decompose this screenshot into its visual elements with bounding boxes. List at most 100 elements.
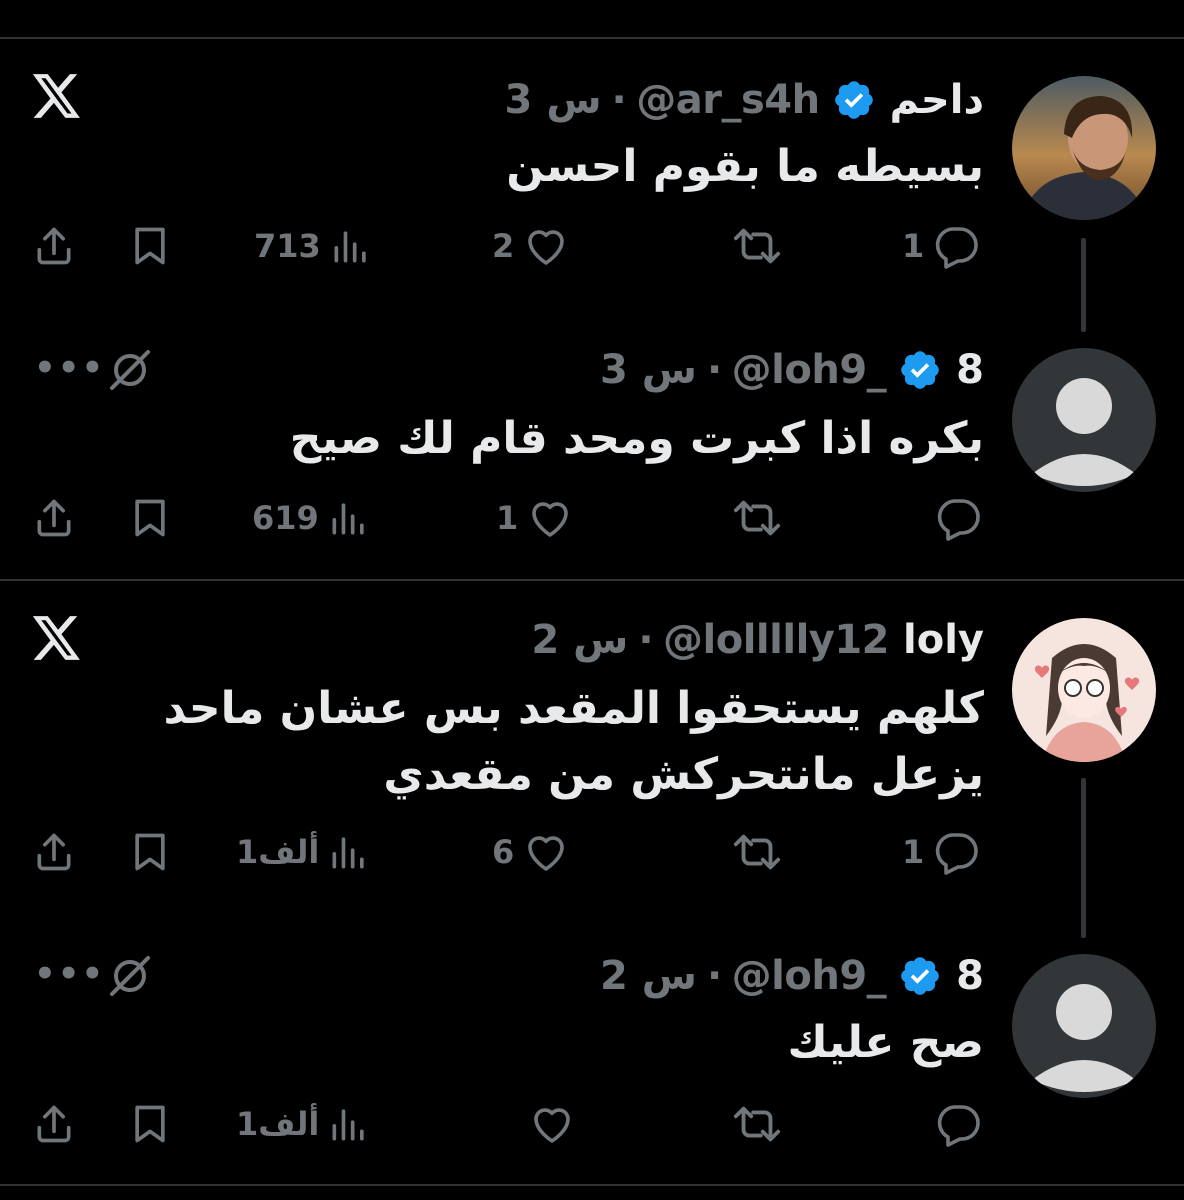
tweet-text-line: كلهم يستحقوا المقعد بس عشان ماحد: [163, 683, 984, 734]
retweet-icon: [733, 228, 781, 264]
like-button[interactable]: 6: [492, 822, 570, 882]
avatar[interactable]: [1012, 618, 1156, 762]
tweet-actions: 1ألف: [0, 1094, 1184, 1154]
tweet-time[interactable]: 2 س: [531, 617, 628, 663]
heart-icon: [534, 1108, 570, 1143]
analytics-icon: [332, 837, 365, 869]
grok-icon[interactable]: [106, 952, 154, 1000]
like-button[interactable]: 1: [496, 488, 574, 548]
share-button[interactable]: [32, 1094, 76, 1154]
tweet-header: 3 س · @loh9_ 8: [600, 342, 984, 398]
views-button[interactable]: 713: [254, 216, 373, 276]
x-logo-icon: [32, 74, 80, 118]
default-avatar-icon: [1012, 954, 1156, 1098]
more-options-icon[interactable]: •••: [34, 954, 105, 994]
share-icon: [37, 1105, 71, 1143]
view-count: 619: [252, 499, 319, 537]
default-avatar-icon: [1012, 348, 1156, 492]
retweet-button[interactable]: [732, 488, 782, 548]
tweet-feed: 3 س · @ar_s4h داحم بسيطه ما بقوم احسن 71…: [0, 0, 1184, 1200]
tweet-time[interactable]: 3 س: [600, 347, 697, 393]
bookmark-icon: [135, 227, 165, 265]
x-logo-icon: [32, 616, 80, 660]
user-handle[interactable]: @loh9_: [732, 347, 887, 393]
bookmark-icon: [135, 1105, 165, 1143]
like-button[interactable]: [528, 1094, 576, 1154]
reply-count: 1: [902, 227, 925, 265]
tweet-time[interactable]: 3 س: [505, 77, 602, 123]
analytics-icon: [332, 1109, 365, 1141]
illustrated-girl-avatar: [1012, 618, 1156, 762]
meta-separator: ·: [706, 347, 722, 393]
reply-icon: [937, 1105, 980, 1147]
views-button[interactable]: 619: [252, 488, 371, 548]
meta-separator: ·: [638, 617, 654, 663]
user-handle[interactable]: @ar_s4h: [636, 77, 820, 123]
heart-icon: [528, 836, 565, 871]
display-name[interactable]: داحم: [890, 77, 984, 123]
view-count: 1ألف: [236, 1105, 320, 1143]
user-handle[interactable]: @loh9_: [732, 953, 887, 999]
reply-count: 1: [902, 833, 925, 871]
analytics-icon: [334, 231, 366, 263]
like-count: 2: [492, 227, 515, 265]
avatar[interactable]: [1012, 348, 1156, 492]
heart-icon: [532, 502, 569, 537]
meta-separator: ·: [611, 77, 627, 123]
view-count: 1ألف: [236, 833, 320, 871]
views-button[interactable]: 1ألف: [236, 1094, 371, 1154]
like-count: 1: [496, 499, 519, 537]
tweet-actions: 713 2 1: [0, 216, 1184, 276]
bookmark-button[interactable]: [128, 216, 172, 276]
share-button[interactable]: [32, 488, 76, 548]
display-name[interactable]: 8: [956, 953, 984, 999]
verified-badge-icon: [834, 81, 873, 119]
retweet-button[interactable]: [732, 822, 782, 882]
view-count: 713: [254, 227, 321, 265]
share-button[interactable]: [32, 216, 76, 276]
display-name[interactable]: 8: [956, 347, 984, 393]
share-icon: [37, 227, 71, 265]
share-icon: [37, 833, 71, 871]
reply-button[interactable]: [934, 488, 982, 548]
bookmark-button[interactable]: [128, 1094, 172, 1154]
retweet-button[interactable]: [732, 216, 782, 276]
display-name[interactable]: loly: [903, 617, 984, 663]
avatar[interactable]: [1012, 954, 1156, 1098]
bookmark-button[interactable]: [128, 488, 172, 548]
divider: [0, 37, 1184, 39]
tweet-time[interactable]: 2 س: [600, 953, 697, 999]
avatar-photo: [1012, 76, 1156, 220]
reply-icon: [936, 833, 979, 875]
more-options-icon[interactable]: •••: [34, 348, 105, 388]
retweet-icon: [733, 500, 781, 536]
tweet-text: كلهم يستحقوا المقعد بس عشان ماحد يزعل ما…: [163, 676, 984, 808]
divider: [0, 579, 1184, 581]
views-button[interactable]: 1ألف: [236, 822, 371, 882]
reply-icon: [937, 499, 980, 541]
share-icon: [37, 499, 71, 537]
reply-button[interactable]: 1: [902, 216, 980, 276]
avatar[interactable]: [1012, 76, 1156, 220]
grok-icon[interactable]: [106, 346, 154, 394]
retweet-icon: [733, 834, 781, 870]
tweet-text-line: يزعل مانتحركش من مقعدي: [383, 749, 984, 800]
reply-button[interactable]: [934, 1094, 982, 1154]
tweet-actions: 619 1: [0, 488, 1184, 548]
tweet-header: 3 س · @ar_s4h داحم: [505, 72, 984, 128]
reply-button[interactable]: 1: [902, 822, 980, 882]
tweet-header: 2 س · @lollllly12 loly: [531, 612, 984, 668]
tweet-actions: 1ألف 6 1: [0, 822, 1184, 882]
bookmark-button[interactable]: [128, 822, 172, 882]
meta-separator: ·: [706, 953, 722, 999]
share-button[interactable]: [32, 822, 76, 882]
bookmark-icon: [135, 499, 165, 537]
retweet-button[interactable]: [732, 1094, 782, 1154]
verified-badge-icon: [901, 351, 939, 389]
tweet-text: صح عليك: [787, 1017, 985, 1068]
like-button[interactable]: 2: [492, 216, 570, 276]
user-handle[interactable]: @lollllly12: [663, 617, 889, 663]
heart-icon: [528, 230, 565, 265]
tweet-text: بكره اذا كبرت ومحد قام لك صيح: [289, 413, 984, 464]
bookmark-icon: [135, 833, 165, 871]
